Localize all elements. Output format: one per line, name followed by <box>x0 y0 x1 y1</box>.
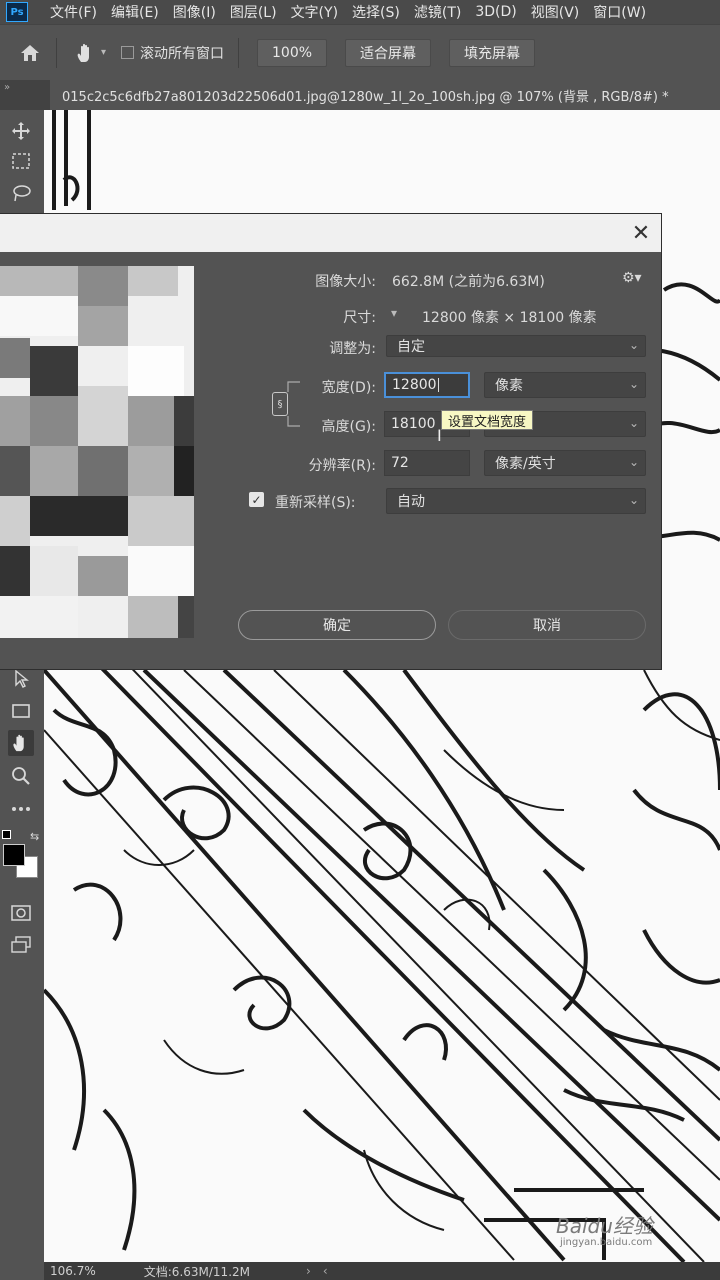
menu-view[interactable]: 视图(V) <box>531 2 580 22</box>
status-bar: 106.7% 文档:6.63M/11.2M › ‹ <box>44 1262 720 1280</box>
swap-colors-icon[interactable]: ⇆ <box>30 830 39 843</box>
dimensions-chevron-icon[interactable]: ▾ <box>391 306 397 320</box>
zoom-tool-icon[interactable] <box>8 763 34 789</box>
status-menu-arrow-icon[interactable]: › <box>306 1264 311 1278</box>
foreground-color-swatch[interactable] <box>3 844 25 866</box>
ok-button[interactable]: 确定 <box>238 610 436 640</box>
resample-value: 自动 <box>397 494 425 510</box>
more-tools-icon[interactable] <box>8 796 34 822</box>
width-unit-select[interactable]: 像素 ⌄ <box>484 372 646 398</box>
fit-to-label: 调整为: <box>329 341 376 357</box>
move-tool-icon[interactable] <box>8 118 34 144</box>
close-icon[interactable]: ✕ <box>628 220 654 246</box>
text-cursor <box>437 378 439 392</box>
menu-file[interactable]: 文件(F) <box>50 2 97 22</box>
scroll-left-icon[interactable]: ‹ <box>323 1264 328 1278</box>
divider <box>56 37 57 68</box>
resolution-label: 分辨率(R): <box>308 458 376 474</box>
home-icon[interactable] <box>18 41 42 65</box>
menu-bar: Ps 文件(F) 编辑(E) 图像(I) 图层(L) 文字(Y) 选择(S) 滤… <box>0 0 720 24</box>
menu-3d[interactable]: 3D(D) <box>475 4 516 20</box>
hand-tool-preset-icon[interactable]: ▾ <box>75 41 111 65</box>
dimensions-label: 尺寸: <box>343 310 376 326</box>
fit-to-select[interactable]: 自定 ⌄ <box>386 335 646 357</box>
height-label: 高度(G): <box>321 419 377 435</box>
width-value: 12800 <box>392 377 437 393</box>
tooltip: 设置文档宽度 <box>441 410 534 430</box>
ibeam-cursor-icon: I <box>437 426 442 445</box>
fit-screen-button[interactable]: 适合屏幕 <box>345 38 432 67</box>
menu-select[interactable]: 选择(S) <box>352 2 400 22</box>
hand-tool-icon[interactable] <box>8 730 34 756</box>
cancel-button[interactable]: 取消 <box>448 610 646 640</box>
image-size-value: 662.8M (之前为6.63M) <box>392 274 545 290</box>
resolution-input[interactable]: 72 <box>384 450 470 476</box>
width-label: 宽度(D): <box>321 380 376 396</box>
watermark-url: jingyan.baidu.com <box>560 1237 653 1248</box>
zoom-100-button[interactable]: 100% <box>257 38 328 67</box>
watermark-text: Baidu经验 <box>556 1214 653 1238</box>
chevron-down-icon: ⌄ <box>628 338 639 352</box>
options-bar: ▾ 滚动所有窗口 100% 适合屏幕 填充屏幕 <box>0 24 720 80</box>
resample-select[interactable]: 自动 ⌄ <box>386 488 646 514</box>
fill-screen-button[interactable]: 填充屏幕 <box>449 38 536 67</box>
scroll-all-windows-checkbox[interactable] <box>121 46 134 59</box>
resample-checkbox[interactable]: ✓ <box>249 492 264 507</box>
divider <box>238 37 239 68</box>
width-input[interactable]: 12800 <box>384 372 470 398</box>
quick-mask-icon[interactable] <box>8 900 34 926</box>
chevron-down-icon: ⌄ <box>628 455 639 469</box>
resample-label: 重新采样(S): <box>275 495 356 511</box>
gear-icon[interactable]: ⚙▾ <box>622 270 642 286</box>
dimensions-value: 12800 像素 × 18100 像素 <box>422 310 597 326</box>
image-size-label: 图像大小: <box>315 274 376 290</box>
zoom-level[interactable]: 106.7% <box>50 1264 96 1278</box>
link-icon[interactable]: § <box>272 392 288 416</box>
rectangle-tool-icon[interactable] <box>8 698 34 724</box>
path-selection-tool-icon[interactable] <box>8 666 34 692</box>
document-size: 文档:6.63M/11.2M <box>143 1264 250 1279</box>
menu-type[interactable]: 文字(Y) <box>291 2 338 22</box>
panel-collapse-icon[interactable]: » <box>4 82 10 93</box>
default-colors-icon[interactable] <box>2 830 11 839</box>
menu-filter[interactable]: 滤镜(T) <box>414 2 461 22</box>
preview-pixels <box>0 266 194 638</box>
screen-mode-icon[interactable] <box>8 932 34 958</box>
image-preview[interactable] <box>0 266 194 638</box>
marquee-tool-icon[interactable] <box>8 148 34 174</box>
baidu-watermark: Baidu经验 jingyan.baidu.com <box>556 1210 653 1248</box>
resolution-unit-select[interactable]: 像素/英寸 ⌄ <box>484 450 646 476</box>
menu-layer[interactable]: 图层(L) <box>230 2 277 22</box>
image-size-dialog: ✕ 图像大小: 662.8M (之前为6.63M) ⚙▾ 尺寸: ▾ 12800… <box>0 214 661 669</box>
menu-edit[interactable]: 编辑(E) <box>111 2 159 22</box>
fit-to-value: 自定 <box>397 339 425 355</box>
menu-window[interactable]: 窗口(W) <box>593 2 646 22</box>
chevron-down-icon: ⌄ <box>628 377 639 391</box>
menu-image[interactable]: 图像(I) <box>173 2 216 22</box>
resolution-value: 72 <box>391 455 409 471</box>
resolution-unit: 像素/英寸 <box>495 456 556 472</box>
lasso-tool-icon[interactable] <box>8 180 34 206</box>
document-tab[interactable]: 015c2c5c6dfb27a801203d22506d01.jpg@1280w… <box>50 80 720 110</box>
color-swatches[interactable]: ⇆ <box>2 830 42 890</box>
photoshop-logo: Ps <box>6 2 28 22</box>
chevron-down-icon[interactable]: ▾ <box>101 47 106 58</box>
scroll-all-windows-label: 滚动所有窗口 <box>140 45 224 62</box>
dialog-titlebar <box>0 214 661 252</box>
chevron-down-icon: ⌄ <box>628 493 639 507</box>
height-value: 18100 <box>391 416 436 432</box>
width-unit: 像素 <box>495 378 523 394</box>
chevron-down-icon: ⌄ <box>628 416 639 430</box>
